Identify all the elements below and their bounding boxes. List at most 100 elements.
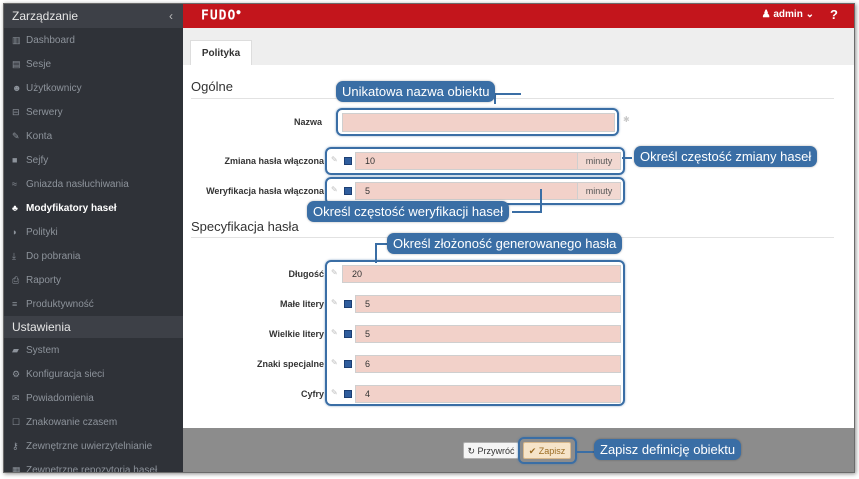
- sidebar-item-label: Użytkownicy: [26, 83, 82, 94]
- divider: [191, 98, 834, 99]
- chevron-left-icon[interactable]: ‹: [169, 4, 173, 28]
- safe-icon: ■: [12, 155, 18, 165]
- digits-label: Cyfry: [300, 389, 324, 399]
- sidebar-item-label: Raporty: [26, 275, 62, 286]
- chevron-down-icon: ⌄: [805, 9, 814, 20]
- refresh-icon: ↻: [467, 446, 475, 456]
- callout-name: Unikatowa nazwa obiektu: [336, 81, 496, 102]
- sidebar-item-label: Modyfikatory haseł: [26, 203, 117, 214]
- server-icon: ⊟: [12, 107, 20, 117]
- sidebar-item-label: Konta: [26, 131, 53, 142]
- special-chars-label: Znaki specjalne: [256, 359, 324, 369]
- print-icon: ⎙: [12, 275, 20, 285]
- callout-verify: Określ częstość weryfikacji haseł: [307, 201, 509, 222]
- sidebar-item-label: Zewnętrzne uwierzytelnianie: [26, 441, 153, 452]
- length-label: Długość: [288, 269, 324, 279]
- help-icon[interactable]: ?: [830, 7, 838, 22]
- required-icon: ✱: [623, 115, 630, 124]
- sidebar-item-accounts[interactable]: ✎ Konta: [4, 124, 183, 148]
- callout-connector: [512, 211, 542, 213]
- sidebar-item-label: Do pobrania: [26, 251, 81, 262]
- gears-icon: ⚙: [12, 369, 21, 379]
- sidebar-item-label: Konfiguracja sieci: [26, 369, 105, 380]
- sidebar-header-label: Zarządzanie: [12, 9, 79, 23]
- callout-connector: [540, 189, 542, 213]
- film-icon: ▤: [12, 59, 21, 69]
- sidebar-item-policies[interactable]: ◗ Polityki: [4, 220, 183, 244]
- lowercase-label: Małe litery: [279, 299, 324, 309]
- name-label: Nazwa: [293, 117, 322, 127]
- topbar: FUDO● ♟ admin ⌄ ?: [183, 4, 854, 28]
- sidebar-item-external-auth[interactable]: ⚷ Zewnętrzne uwierzytelnianie: [4, 434, 183, 458]
- sidebar-item-dashboard[interactable]: ▥ Dashboard: [4, 28, 183, 52]
- folder-icon: ▰: [12, 345, 19, 355]
- sidebar-item-safes[interactable]: ■ Sejfy: [4, 148, 183, 172]
- user-name: admin: [773, 9, 803, 20]
- sidebar-item-password-changers[interactable]: ♣ Modyfikatory haseł: [4, 196, 183, 220]
- callout-complexity: Określ złożoność generowanego hasła: [387, 233, 623, 254]
- password-verify-label: Weryfikacja hasła włączona: [206, 186, 324, 196]
- reset-label: Przywróć: [477, 446, 515, 456]
- sidebar-item-label: System: [26, 345, 60, 356]
- fudo-logo[interactable]: FUDO●: [201, 8, 242, 23]
- tab-policy[interactable]: Polityka: [190, 40, 252, 66]
- bars-icon: ≡: [12, 299, 18, 309]
- sidebar-item-label: Sesje: [26, 59, 52, 70]
- envelope-icon: ✉: [12, 393, 20, 403]
- footer-bar: ↻ Przywróć ✔ Zapisz: [183, 428, 854, 472]
- name-highlight: [336, 108, 619, 136]
- sidebar-item-network[interactable]: ⚙ Konfiguracja sieci: [4, 362, 183, 386]
- sidebar-item-system[interactable]: ▰ System: [4, 338, 183, 362]
- sidebar-section-settings: Ustawienia: [4, 316, 183, 338]
- callout-connector: [496, 93, 521, 95]
- app-window: Zarządzanie ‹ ▥ Dashboard ▤ Sesje ☻ Użytkow…: [3, 3, 855, 473]
- edit-icon: ☐: [12, 417, 21, 427]
- sidebar-item-productivity[interactable]: ≡ Produktywność: [4, 292, 183, 316]
- download-icon: ⤓: [12, 251, 16, 261]
- key-icon: ⚷: [12, 441, 19, 451]
- sidebar-item-downloads[interactable]: ⤓ Do pobrania: [4, 244, 183, 268]
- reset-button[interactable]: ↻ Przywróć: [463, 442, 519, 459]
- pencil-icon: ✎: [12, 131, 20, 141]
- sidebar-header: Zarządzanie ‹: [4, 4, 183, 28]
- uppercase-label: Wielkie litery: [269, 329, 324, 339]
- section-password-spec: Specyfikacja hasła: [191, 219, 299, 234]
- callout-connector: [622, 157, 632, 159]
- sitemap-icon: ♣: [12, 203, 18, 213]
- sidebar-item-label: Powiadomienia: [26, 393, 94, 404]
- sidebar-item-label: Dashboard: [26, 35, 75, 46]
- callout-connector: [375, 243, 377, 263]
- user-icon: ♟: [761, 9, 771, 20]
- sidebar-item-timestamping[interactable]: ☐ Znakowanie czasem: [4, 410, 183, 434]
- grid-icon: ▦: [12, 465, 21, 473]
- sidebar-item-sessions[interactable]: ▤ Sesje: [4, 52, 183, 76]
- sidebar-item-label: Sejfy: [26, 155, 49, 166]
- sidebar-item-label: Serwery: [26, 107, 63, 118]
- sidebar-item-listeners[interactable]: ≈ Gniazda nasłuchiwania: [4, 172, 183, 196]
- sidebar-item-users[interactable]: ☻ Użytkownicy: [4, 76, 183, 100]
- change-highlight: [325, 147, 625, 175]
- section-general: Ogólne: [191, 79, 233, 94]
- sidebar-item-label: Polityki: [26, 227, 58, 238]
- complexity-highlight: [325, 260, 625, 406]
- sidebar: Zarządzanie ‹ ▥ Dashboard ▤ Sesje ☻ Użytkow…: [4, 4, 183, 472]
- sidebar-item-notifications[interactable]: ✉ Powiadomienia: [4, 386, 183, 410]
- sidebar-item-label: Zewnętrzne repozytoria haseł: [26, 465, 158, 473]
- logo-text: FUDO: [201, 8, 237, 24]
- chart-icon: ▥: [12, 35, 21, 45]
- save-highlight: [518, 437, 577, 464]
- users-icon: ☻: [12, 83, 22, 93]
- callout-change: Określ częstość zmiany haseł: [634, 146, 818, 167]
- sidebar-item-reports[interactable]: ⎙ Raporty: [4, 268, 183, 292]
- sidebar-item-label: Znakowanie czasem: [26, 417, 118, 428]
- callout-save: Zapisz definicję obiektu: [594, 439, 742, 460]
- sidebar-item-servers[interactable]: ⊟ Serwery: [4, 100, 183, 124]
- sidebar-item-external-repos[interactable]: ▦ Zewnętrzne repozytoria haseł: [4, 458, 183, 473]
- main-content: Polityka Ogólne Nazwa ✱ Zmiana hasła włą…: [183, 28, 854, 428]
- user-menu[interactable]: ♟ admin ⌄: [762, 9, 814, 20]
- wifi-icon: ≈: [12, 179, 17, 189]
- shield-icon: ◗: [12, 227, 18, 237]
- sidebar-item-label: Gniazda nasłuchiwania: [26, 179, 129, 190]
- sidebar-item-label: Produktywność: [26, 299, 94, 310]
- password-change-label: Zmiana hasła włączona: [224, 156, 324, 166]
